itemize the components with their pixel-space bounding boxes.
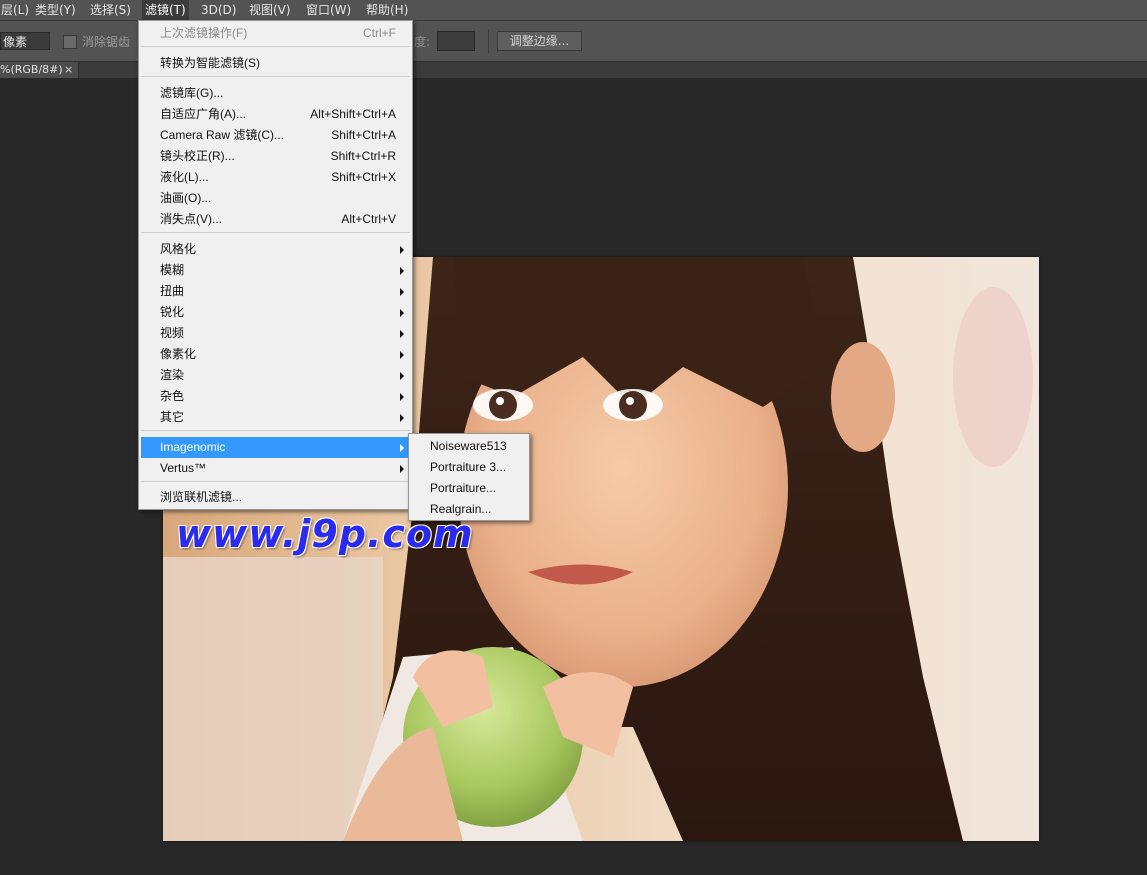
menu-item-render[interactable]: 渲染 [141,365,410,386]
document-tab-title: %(RGB/8#) [0,63,63,76]
menu-item-lens-correction[interactable]: 镜头校正(R)... Shift+Ctrl+R [141,146,410,167]
menu-item-other[interactable]: 其它 [141,407,410,428]
menu-item-label: 镜头校正(R)... [160,149,235,163]
menu-separator [141,46,410,47]
menu-item-label: 模糊 [160,263,185,277]
menu-item-label: 风格化 [160,242,197,256]
antialias-label: 消除锯齿 [82,35,131,49]
menu-item-shortcut: Shift+Ctrl+A [331,128,396,142]
menu-separator [141,481,410,482]
close-icon[interactable]: × [64,62,73,77]
submenu-item-noiseware[interactable]: Noiseware513 [411,436,527,457]
menu-item-pixelate[interactable]: 像素化 [141,344,410,365]
menu-layer[interactable]: 层(L) [0,0,32,20]
menu-item-convert-smart-filter[interactable]: 转换为智能滤镜(S) [141,53,410,74]
menu-item-stylize[interactable]: 风格化 [141,239,410,260]
options-separator [488,29,489,53]
menu-item-label: 杂色 [160,389,185,403]
menu-item-liquify[interactable]: 液化(L)... Shift+Ctrl+X [141,167,410,188]
menu-bar: 层(L) 类型(Y) 选择(S) 滤镜(T) 3D(D) 视图(V) 窗口(W)… [0,0,1147,21]
menu-3d[interactable]: 3D(D) [198,0,239,20]
menu-item-label: 滤镜库(G)... [160,86,224,100]
menu-type[interactable]: 类型(Y) [32,0,79,20]
submenu-item-label: Noiseware513 [430,439,507,453]
submenu-item-label: Portraiture 3... [430,460,507,474]
menu-item-label: 油画(O)... [160,191,212,205]
submenu-arrow-icon [400,288,404,296]
menu-item-label: 渲染 [160,368,185,382]
menu-item-adaptive-wide-angle[interactable]: 自适应广角(A)... Alt+Shift+Ctrl+A [141,104,410,125]
menu-item-shortcut: Alt+Shift+Ctrl+A [310,107,396,121]
submenu-arrow-icon [400,444,404,452]
menu-separator [141,232,410,233]
menu-item-label: 上次滤镜操作(F) [160,26,248,40]
submenu-arrow-icon [400,309,404,317]
menu-item-label: 像素化 [160,347,197,361]
submenu-arrow-icon [400,414,404,422]
menu-item-label: Vertus™ [160,461,207,475]
menu-item-oil-paint[interactable]: 油画(O)... [141,188,410,209]
menu-item-camera-raw[interactable]: Camera Raw 滤镜(C)... Shift+Ctrl+A [141,125,410,146]
menu-item-shortcut: Shift+Ctrl+R [330,149,396,163]
menu-item-shortcut: Shift+Ctrl+X [331,170,396,184]
submenu-arrow-icon [400,351,404,359]
submenu-arrow-icon [400,393,404,401]
menu-help[interactable]: 帮助(H) [363,0,411,20]
imagenomic-submenu: Noiseware513 Portraiture 3... Portraitur… [408,433,530,521]
menu-item-label: Camera Raw 滤镜(C)... [160,128,285,142]
menu-filter[interactable]: 滤镜(T) [142,0,189,20]
menu-view[interactable]: 视图(V) [246,0,294,20]
menu-item-label: 转换为智能滤镜(S) [160,56,260,70]
submenu-item-portraiture[interactable]: Portraiture... [411,478,527,499]
menu-item-shortcut: Alt+Ctrl+V [341,212,396,226]
menu-item-label: 视频 [160,326,185,340]
submenu-arrow-icon [400,267,404,275]
menu-item-label: 消失点(V)... [160,212,222,226]
menu-item-distort[interactable]: 扭曲 [141,281,410,302]
menu-window[interactable]: 窗口(W) [303,0,354,20]
width-label: 度: [414,35,431,49]
menu-item-label: 锐化 [160,305,185,319]
menu-item-label: 扭曲 [160,284,185,298]
menu-item-filter-gallery[interactable]: 滤镜库(G)... [141,83,410,104]
menu-separator [141,430,410,431]
submenu-item-portraiture-3[interactable]: Portraiture 3... [411,457,527,478]
menu-item-vertus[interactable]: Vertus™ [141,458,410,479]
menu-item-label: 浏览联机滤镜... [160,490,243,504]
submenu-item-label: Realgrain... [430,502,492,516]
menu-item-label: 液化(L)... [160,170,209,184]
submenu-arrow-icon [400,372,404,380]
menu-item-video[interactable]: 视频 [141,323,410,344]
antialias-checkbox[interactable] [63,35,77,49]
document-tab[interactable]: %(RGB/8#) × [0,62,79,78]
menu-item-noise[interactable]: 杂色 [141,386,410,407]
menu-item-label: 其它 [160,410,185,424]
submenu-item-label: Portraiture... [430,481,497,495]
menu-item-sharpen[interactable]: 锐化 [141,302,410,323]
feather-unit-field[interactable]: 像素 [0,32,50,50]
menu-select[interactable]: 选择(S) [87,0,134,20]
menu-item-last-filter: 上次滤镜操作(F) Ctrl+F [141,23,410,44]
menu-item-browse-online-filters[interactable]: 浏览联机滤镜... [141,487,410,508]
submenu-item-realgrain[interactable]: Realgrain... [411,499,527,520]
menu-item-imagenomic[interactable]: Imagenomic [141,437,410,458]
filter-menu: 上次滤镜操作(F) Ctrl+F 转换为智能滤镜(S) 滤镜库(G)... 自适… [138,20,413,510]
submenu-arrow-icon [400,246,404,254]
menu-item-blur[interactable]: 模糊 [141,260,410,281]
menu-item-label: 自适应广角(A)... [160,107,246,121]
menu-separator [141,76,410,77]
menu-item-vanishing-point[interactable]: 消失点(V)... Alt+Ctrl+V [141,209,410,230]
submenu-arrow-icon [400,330,404,338]
refine-edge-button[interactable]: 调整边缘... [497,31,582,51]
width-field[interactable] [437,31,475,51]
menu-item-label: Imagenomic [160,440,226,454]
menu-item-shortcut: Ctrl+F [363,26,396,40]
submenu-arrow-icon [400,465,404,473]
